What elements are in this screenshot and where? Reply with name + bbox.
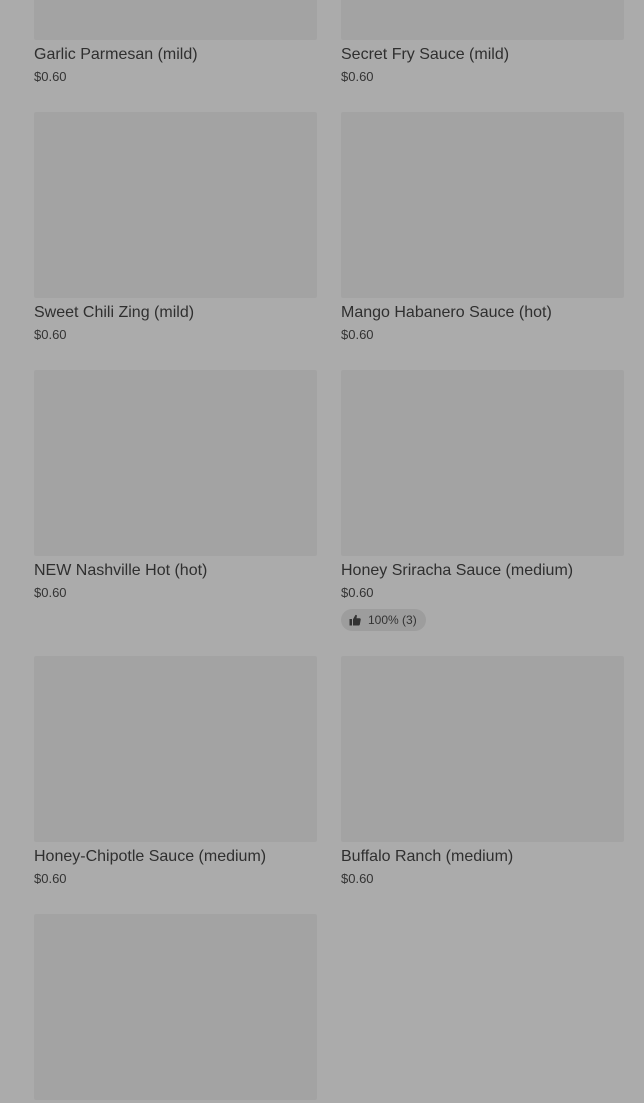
thumbs-up-icon (349, 614, 361, 626)
product-name: Garlic Parmesan (mild) (34, 46, 198, 63)
product-name: NEW Nashville Hot (hot) (34, 562, 208, 579)
product-card[interactable]: Honey Sriracha Sauce (medium) $0.60 100%… (341, 370, 624, 631)
product-card[interactable]: Buffalo Ranch (medium) $0.60 (341, 656, 624, 887)
product-card[interactable]: Honey-Chipotle Sauce (medium) $0.60 (34, 656, 317, 887)
product-price: $0.60 (34, 69, 67, 84)
product-price: $0.60 (341, 585, 374, 600)
product-name: Buffalo Ranch (medium) (341, 848, 514, 865)
product-name: Mango Habanero Sauce (hot) (341, 304, 552, 321)
product-price: $0.60 (34, 327, 67, 342)
product-image[interactable] (341, 112, 624, 298)
product-card[interactable]: NEW Nashville Hot (hot) $0.60 (34, 370, 317, 601)
product-price: $0.60 (341, 871, 374, 886)
product-name: Honey Sriracha Sauce (medium) (341, 562, 574, 579)
product-image[interactable] (34, 112, 317, 298)
product-card[interactable]: Mango Habanero Sauce (hot) $0.60 (341, 112, 624, 343)
product-price: $0.60 (341, 69, 374, 84)
product-image[interactable] (34, 0, 317, 40)
product-card[interactable]: Secret Fry Sauce (mild) $0.60 (341, 0, 624, 85)
product-card[interactable]: Garlic Parmesan (mild) $0.60 (34, 0, 317, 85)
rating-badge: 100% (3) (341, 609, 426, 631)
product-image[interactable] (34, 914, 317, 1100)
product-image[interactable] (34, 656, 317, 842)
product-price: $0.60 (34, 585, 67, 600)
product-card[interactable]: Sweet Chili Zing (mild) $0.60 (34, 112, 317, 343)
product-image[interactable] (341, 370, 624, 556)
rating-text: 100% (3) (368, 613, 417, 627)
product-price: $0.60 (34, 871, 67, 886)
product-price: $0.60 (341, 327, 374, 342)
product-name: Secret Fry Sauce (mild) (341, 46, 510, 63)
product-image[interactable] (341, 0, 624, 40)
product-card[interactable] (34, 914, 317, 1100)
product-name: Honey-Chipotle Sauce (medium) (34, 848, 267, 865)
product-name: Sweet Chili Zing (mild) (34, 304, 195, 321)
product-image[interactable] (34, 370, 317, 556)
product-image[interactable] (341, 656, 624, 842)
